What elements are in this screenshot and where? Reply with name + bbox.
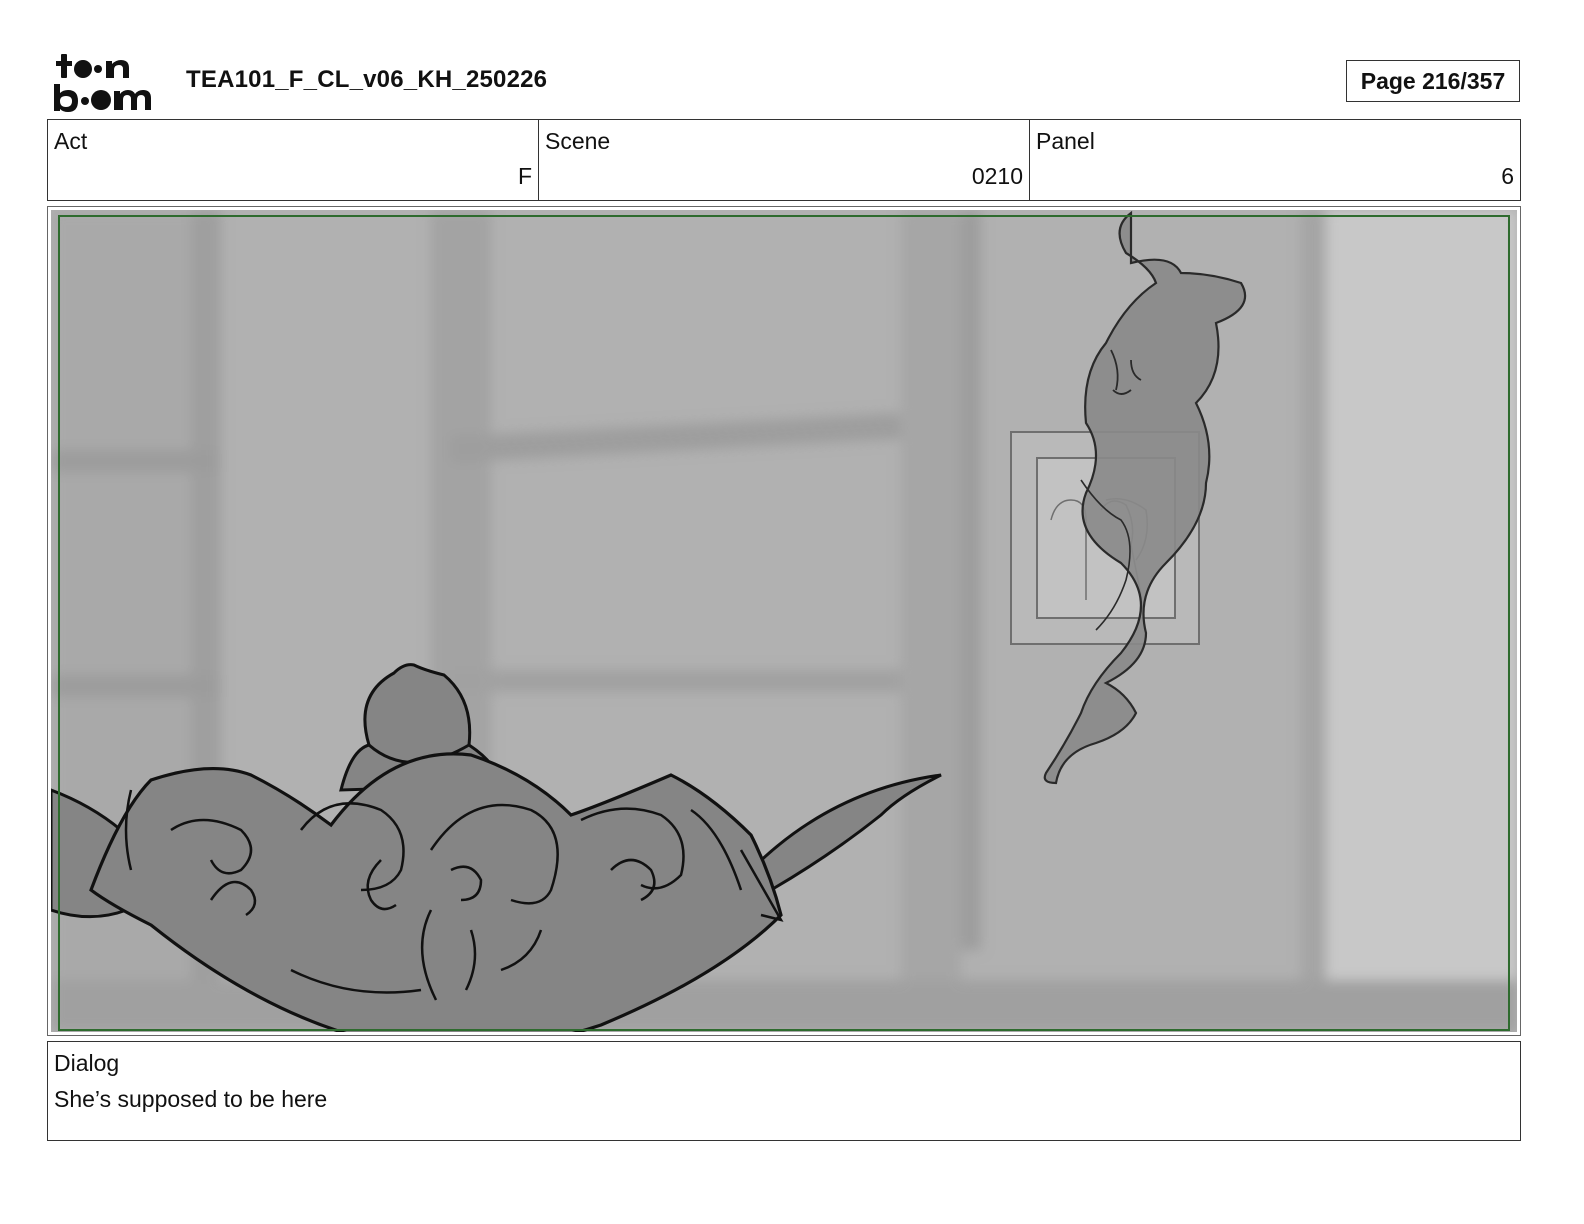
panel-label: Panel <box>1036 128 1095 154</box>
storyboard-panel <box>47 206 1521 1036</box>
dialog-box: Dialog She’s supposed to be here <box>47 1041 1521 1141</box>
act-value: F <box>517 163 532 189</box>
act-cell: Act F <box>48 120 539 200</box>
scene-value: 0210 <box>971 163 1023 189</box>
panel-cell: Panel 6 <box>1030 120 1520 200</box>
dialog-text: She’s supposed to be here <box>54 1086 328 1112</box>
act-label: Act <box>54 128 88 154</box>
toon-boom-logo <box>54 54 151 112</box>
page-indicator: Page 216/357 <box>1346 60 1520 102</box>
dialog-label: Dialog <box>54 1050 120 1076</box>
scene-label: Scene <box>545 128 611 154</box>
scene-cell: Scene 0210 <box>539 120 1030 200</box>
document-title: TEA101_F_CL_v06_KH_250226 <box>186 66 548 93</box>
info-row: Act F Scene 0210 Panel 6 <box>47 119 1521 201</box>
storyboard-drawing <box>51 210 1517 1032</box>
panel-value: 6 <box>1501 163 1514 189</box>
